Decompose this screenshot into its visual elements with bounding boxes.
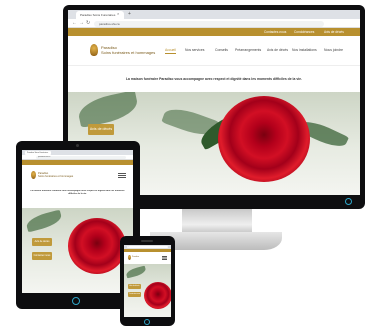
nav-item-contact[interactable]: Nous joindre — [324, 48, 343, 53]
tablet-site-header: Paradiso Soins funéraires et hommages — [22, 165, 133, 187]
phone-home-button-icon — [144, 319, 150, 325]
url-input[interactable]: paradiso-sfa.ca — [94, 20, 324, 27]
browser-tab-title: Paradiso Soins Funéraires — [80, 13, 116, 17]
phone-rose-flower — [144, 282, 171, 309]
phone-logo-icon[interactable] — [128, 255, 131, 260]
back-icon[interactable]: ← — [72, 19, 77, 28]
logo-icon[interactable] — [90, 44, 98, 56]
tablet-rose-flower — [68, 218, 126, 274]
tablet-camera — [76, 144, 79, 147]
tablet-logo-text[interactable]: Paradiso Soins funéraires et hommages — [38, 172, 73, 178]
hero-button-obituaries[interactable]: Avis de décès — [88, 124, 114, 135]
reload-icon[interactable]: ↻ — [86, 19, 90, 28]
browser-tab-bar: Paradiso Soins Funéraires × + — [68, 10, 360, 19]
new-tab-icon[interactable]: + — [128, 10, 131, 19]
leaf-shape — [75, 92, 141, 128]
phone-logo-line-1: Paradiso — [132, 256, 140, 258]
leaf-shape — [125, 265, 147, 279]
nav-item-obituaries[interactable]: Avis de décès — [267, 48, 288, 53]
tablet-hero-image: Avis de décès Contactez-nous — [22, 208, 133, 293]
site-tagline: La maison funéraire Paradiso vous accomp… — [125, 77, 302, 81]
top-link-contact[interactable]: Contactez-nous — [264, 28, 286, 36]
tablet-logo-line-2: Soins funéraires et hommages — [38, 175, 74, 179]
phone-hero-image: Avis de décès Contactez-nous — [124, 264, 171, 317]
phone-hero-button-contact[interactable]: Contactez-nous — [128, 292, 141, 297]
top-link-obituaries[interactable]: Avis de décès — [324, 28, 344, 36]
rose-flower — [218, 96, 310, 182]
top-link-condolences[interactable]: Condoléances — [294, 28, 314, 36]
tablet-hero-button-obituaries[interactable]: Avis de décès — [32, 238, 52, 246]
phone-site-header: Paradiso — [124, 252, 171, 264]
phone-menu-icon[interactable] — [162, 256, 167, 257]
tablet-home-button-icon — [72, 297, 80, 305]
tablet-tagline: La maison funéraire Paradiso vous accomp… — [30, 190, 125, 196]
tablet-url-input[interactable]: paradiso-sfa.ca — [36, 156, 126, 159]
browser-address-bar: ← → ↻ paradiso-sfa.ca — [68, 19, 360, 28]
nav-item-facilities[interactable]: Nos installations — [292, 48, 317, 53]
tablet-url-text: paradiso-sfa.ca — [38, 156, 51, 158]
nav-item-advice[interactable]: Conseils — [215, 48, 228, 53]
site-top-strip: Contactez-nous Condoléances Avis de décè… — [68, 28, 360, 36]
phone-url-text: paradiso-sfa.ca — [128, 245, 139, 247]
close-tab-icon[interactable]: × — [117, 10, 119, 18]
url-text: paradiso-sfa.ca — [99, 21, 120, 26]
tablet-tab-title: Paradiso Soins Funéraires — [27, 152, 49, 154]
power-button-icon — [345, 198, 352, 205]
nav-item-home[interactable]: Accueil — [165, 48, 176, 54]
forward-icon[interactable]: → — [79, 19, 84, 28]
site-header: Paradiso Soins funéraires et hommages Ac… — [68, 36, 360, 66]
tablet-screen: Paradiso Soins Funéraires paradiso-sfa.c… — [22, 150, 133, 293]
nav-item-services[interactable]: Nos services — [185, 48, 204, 53]
tablet-hero-button-contact[interactable]: Contactez-nous — [32, 252, 52, 260]
leaf-shape — [24, 209, 64, 233]
phone-hero-button-obituaries[interactable]: Avis de décès — [128, 284, 141, 289]
phone-url-input[interactable]: paradiso-sfa.ca — [127, 245, 168, 249]
phone-screen: paradiso-sfa.ca Paradiso Avis de décès C… — [124, 245, 171, 317]
nav-item-prearrangements[interactable]: Préarrangements — [235, 48, 261, 53]
phone-speaker — [141, 240, 153, 242]
tablet-logo-icon[interactable] — [31, 171, 36, 179]
menu-icon[interactable] — [118, 173, 126, 174]
site-logo-text[interactable]: Paradiso Soins funéraires et hommages — [101, 45, 155, 55]
logo-line-2: Soins funéraires et hommages — [101, 50, 156, 55]
phone-logo-text[interactable]: Paradiso — [132, 256, 139, 258]
